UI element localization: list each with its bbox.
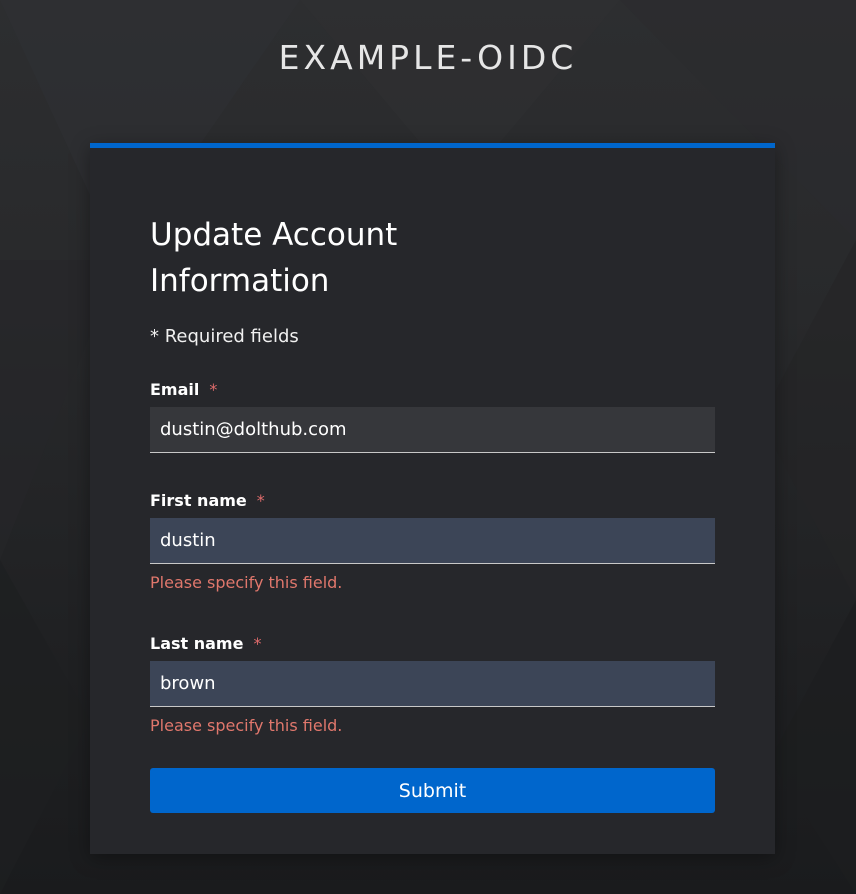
email-label-text: Email bbox=[150, 380, 200, 399]
last-name-field[interactable] bbox=[150, 661, 715, 707]
first-name-field[interactable] bbox=[150, 518, 715, 564]
required-asterisk: * bbox=[256, 491, 265, 510]
last-name-label: Last name * bbox=[150, 634, 261, 653]
login-card: Update Account Information * Required fi… bbox=[90, 143, 775, 854]
email-field[interactable] bbox=[150, 407, 715, 453]
first-name-label: First name * bbox=[150, 491, 265, 510]
first-name-error: Please specify this field. bbox=[150, 573, 343, 592]
submit-button[interactable]: Submit bbox=[150, 768, 715, 813]
last-name-label-text: Last name bbox=[150, 634, 244, 653]
last-name-error: Please specify this field. bbox=[150, 716, 343, 735]
required-asterisk: * bbox=[209, 380, 218, 399]
email-label: Email * bbox=[150, 380, 217, 399]
page-title: Update Account Information bbox=[150, 217, 398, 299]
required-fields-note: * Required fields bbox=[150, 326, 299, 347]
first-name-label-text: First name bbox=[150, 491, 247, 510]
required-asterisk: * bbox=[253, 634, 262, 653]
realm-title: EXAMPLE-OIDC bbox=[278, 38, 578, 77]
